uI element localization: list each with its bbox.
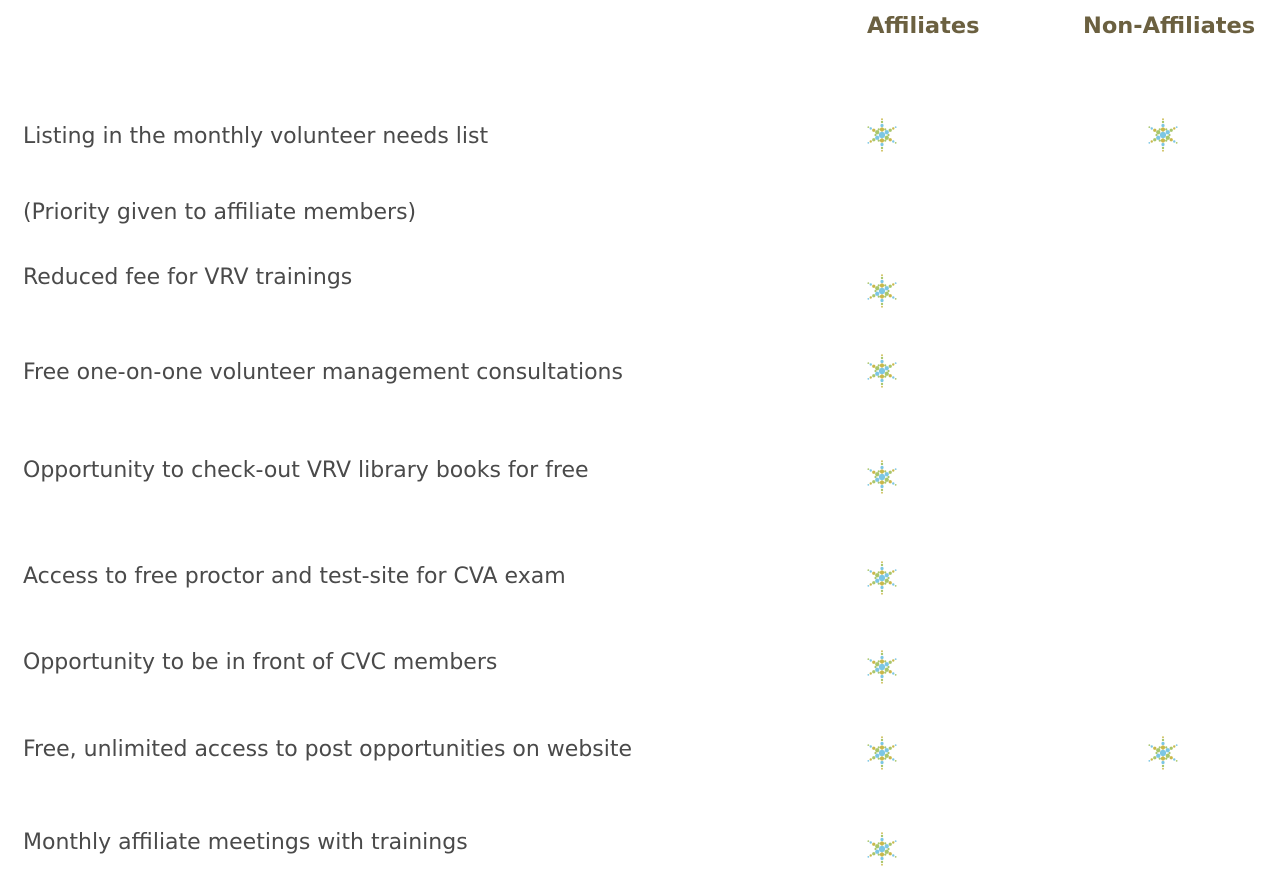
sparkle-check-icon: [865, 650, 899, 684]
column-header-affiliates: Affiliates: [867, 13, 980, 39]
sparkle-check-icon: [865, 736, 899, 770]
row-label-post-opportunities: Free, unlimited access to post opportuni…: [23, 737, 633, 762]
row-label-cvc-members: Opportunity to be in front of CVC member…: [23, 650, 498, 675]
sparkle-check-icon: [865, 118, 899, 152]
sparkle-check-icon: [865, 561, 899, 595]
row-label-volunteer-needs-list: Listing in the monthly volunteer needs l…: [23, 124, 489, 149]
row-label-reduced-fee: Reduced fee for VRV trainings: [23, 265, 353, 290]
sparkle-check-icon: [1146, 736, 1180, 770]
sparkle-check-icon: [865, 832, 899, 866]
column-header-non-affiliates: Non-Affiliates: [1083, 13, 1256, 39]
sparkle-check-icon: [1146, 118, 1180, 152]
row-label-cva-exam: Access to free proctor and test-site for…: [23, 564, 566, 589]
sparkle-check-icon: [865, 460, 899, 494]
row-label-library-books: Opportunity to check-out VRV library boo…: [23, 458, 589, 483]
row-label-priority-note: (Priority given to affiliate members): [23, 200, 417, 225]
row-label-affiliate-meetings: Monthly affiliate meetings with training…: [23, 830, 468, 855]
row-label-consultations: Free one-on-one volunteer management con…: [23, 360, 623, 385]
sparkle-check-icon: [865, 274, 899, 308]
sparkle-check-icon: [865, 354, 899, 388]
